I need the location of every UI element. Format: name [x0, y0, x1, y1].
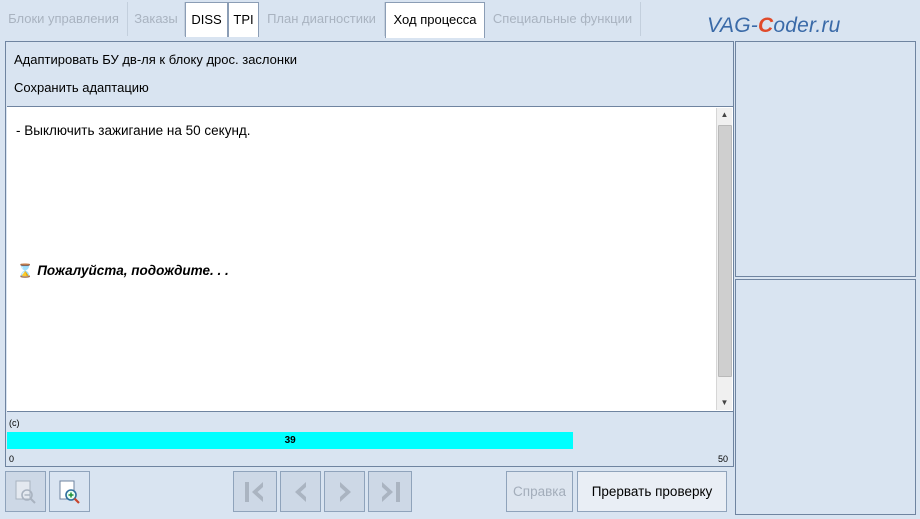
bottom-toolbar: Справка Прервать проверку	[0, 470, 735, 516]
scroll-down-button[interactable]: ▼	[718, 396, 731, 410]
tab-special-functions[interactable]: Специальные функции	[485, 2, 641, 36]
zoom-out-button[interactable]	[5, 471, 46, 512]
watermark-prefix: VAG-	[707, 14, 758, 37]
first-step-button[interactable]	[233, 471, 277, 512]
wait-text: Пожалуйста, подождите. . .	[37, 263, 229, 278]
instruction-panel: - Выключить зажигание на 50 секунд. ⌛ Пож…	[7, 106, 733, 412]
wait-message: ⌛ Пожалуйста, подождите. . .	[17, 263, 229, 279]
tab-control-units[interactable]: Блоки управления	[0, 2, 128, 36]
abort-test-button[interactable]: Прервать проверку	[577, 471, 727, 512]
tab-diagnostic-plan[interactable]: План диагностики	[259, 2, 385, 36]
zoom-out-icon	[15, 480, 36, 504]
help-button[interactable]: Справка	[506, 471, 573, 512]
watermark-suffix: oder.ru	[773, 14, 841, 37]
prev-icon	[294, 481, 306, 502]
progress-min-label: 0	[9, 454, 15, 464]
last-step-button[interactable]	[368, 471, 412, 512]
zoom-in-icon	[59, 480, 80, 504]
process-panel: Адаптировать БУ дв-ля к блоку дрос. засл…	[5, 41, 734, 467]
progress-max-label: 50	[717, 454, 728, 464]
next-icon	[339, 481, 351, 502]
watermark-logo: VAG-Coder.ru	[707, 14, 841, 38]
watermark-accent: C	[757, 14, 774, 37]
previous-step-button[interactable]	[280, 471, 321, 512]
process-title: Адаптировать БУ дв-ля к блоку дрос. засл…	[14, 52, 298, 67]
scroll-up-button[interactable]: ▲	[718, 108, 731, 122]
hourglass-icon: ⌛	[17, 263, 34, 278]
scroll-thumb[interactable]	[718, 125, 732, 377]
skip-first-icon	[245, 481, 263, 502]
process-subtitle: Сохранить адаптацию	[14, 80, 149, 95]
progress-unit-label: (c)	[9, 418, 20, 428]
side-panel-bottom	[735, 279, 916, 515]
progress-bar: 39	[7, 432, 733, 449]
progress-value: 39	[284, 435, 296, 446]
tab-diss[interactable]: DISS	[185, 2, 228, 37]
tab-orders[interactable]: Заказы	[128, 2, 185, 36]
tab-tpi[interactable]: TPI	[228, 2, 259, 37]
vertical-scrollbar[interactable]: ▲ ▼	[716, 108, 732, 410]
tab-process[interactable]: Ход процесса	[385, 2, 485, 38]
skip-last-icon	[382, 481, 400, 502]
side-panel-top	[735, 41, 916, 277]
next-step-button[interactable]	[324, 471, 365, 512]
instruction-text: - Выключить зажигание на 50 секунд.	[16, 123, 251, 138]
zoom-in-button[interactable]	[49, 471, 90, 512]
